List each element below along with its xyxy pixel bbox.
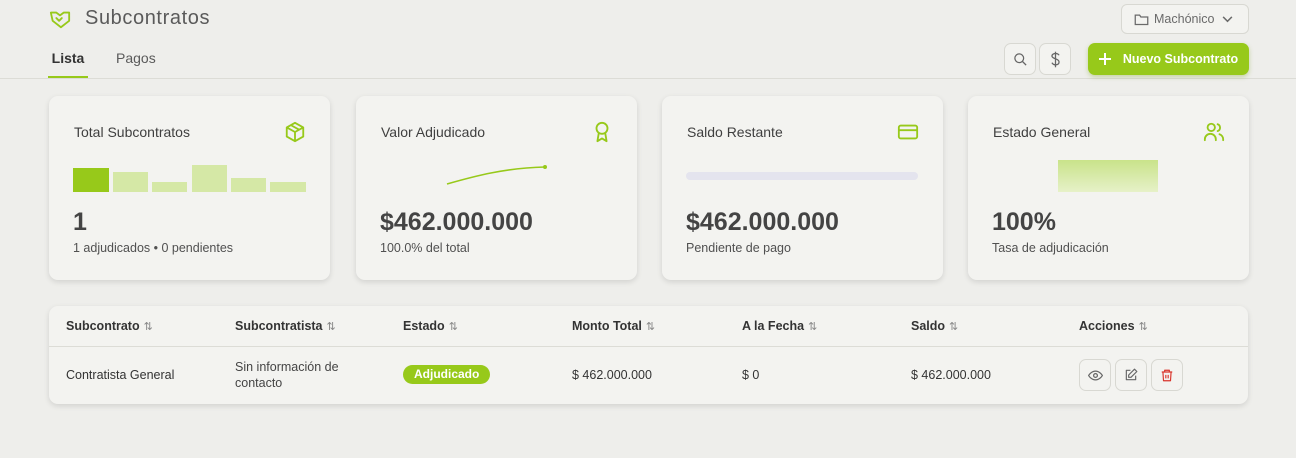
search-icon (1013, 52, 1027, 66)
cell-subcontratista: Sin información de contacto (235, 359, 365, 391)
stat-card-total: Total Subcontratos 1 1 adjudicados • 0 p… (49, 96, 330, 280)
project-selector[interactable]: Machónico (1121, 4, 1249, 34)
mini-bar (113, 172, 148, 192)
card-label: Estado General (993, 124, 1091, 140)
card-subtext: Pendiente de pago (686, 241, 791, 255)
sparkline (446, 165, 547, 185)
tab-lista[interactable]: Lista (48, 50, 88, 78)
column-header-subcontratista[interactable]: Subcontratista ⇅ (235, 319, 336, 333)
sort-icon: ⇅ (143, 321, 153, 333)
card-value: 1 (73, 208, 87, 236)
page-header: Subcontratos Machónico Lista Pagos Nuevo… (0, 0, 1296, 79)
payments-button[interactable] (1039, 43, 1071, 75)
dollar-icon (1050, 51, 1060, 67)
column-header-label: Estado (403, 319, 445, 333)
column-header-label: A la Fecha (742, 319, 805, 333)
card-value: $462.000.000 (686, 208, 839, 236)
sort-icon: ⇅ (808, 321, 818, 333)
card-value: $462.000.000 (380, 208, 533, 236)
project-name: Machónico (1154, 12, 1215, 26)
view-button[interactable] (1079, 359, 1111, 391)
subcontracts-table: Subcontrato ⇅ Subcontratista ⇅ Estado ⇅ Mon… (49, 306, 1248, 404)
sort-icon: ⇅ (326, 321, 336, 333)
column-header-label: Subcontrato (66, 319, 140, 333)
new-subcontract-button[interactable]: Nuevo Subcontrato (1088, 43, 1249, 75)
eye-icon (1087, 369, 1103, 381)
mini-bar (270, 182, 306, 192)
mini-bar (73, 168, 109, 192)
award-icon (595, 121, 609, 143)
credit-card-icon (897, 124, 919, 140)
column-header-label: Subcontratista (235, 319, 323, 333)
column-header-label: Saldo (911, 319, 946, 333)
sort-icon: ⇅ (1138, 321, 1148, 333)
column-header-subcontrato[interactable]: Subcontrato ⇅ (66, 319, 153, 333)
window-edge (1296, 0, 1304, 458)
sort-icon: ⇅ (448, 321, 458, 333)
card-value: 100% (992, 208, 1056, 236)
card-label: Total Subcontratos (74, 124, 190, 140)
adjudication-rate-bar (1058, 160, 1158, 192)
tab-pagos[interactable]: Pagos (116, 50, 156, 78)
sort-icon: ⇅ (645, 321, 656, 333)
column-header-estado[interactable]: Estado ⇅ (403, 319, 458, 333)
sort-icon: ⇅ (949, 321, 959, 333)
chevron-down-icon (1223, 15, 1233, 22)
cell-a-la-fecha: $ 0 (742, 368, 760, 382)
stat-card-valor: Valor Adjudicado $462.000.000 100.0% del… (356, 96, 637, 280)
column-header-label: Acciones (1079, 319, 1135, 333)
page-title: Subcontratos (85, 7, 211, 29)
edit-button[interactable] (1115, 359, 1147, 391)
column-header-a-la-fecha[interactable]: A la Fecha ⇅ (742, 319, 817, 333)
delete-button[interactable] (1151, 359, 1183, 391)
status-badge: Adjudicado (403, 365, 491, 384)
new-subcontract-label: Nuevo Subcontrato (1122, 52, 1239, 66)
column-header-saldo[interactable]: Saldo ⇅ (911, 319, 958, 333)
column-header-acciones[interactable]: Acciones ⇅ (1079, 319, 1148, 333)
search-button[interactable] (1004, 43, 1036, 75)
cell-saldo: $ 462.000.000 (911, 368, 991, 382)
payment-progress (686, 172, 918, 180)
mini-bar (231, 178, 266, 192)
folder-icon (1134, 14, 1149, 25)
card-subtext: 1 adjudicados • 0 pendientes (73, 241, 234, 255)
cell-subcontrato: Contratista General (66, 368, 175, 382)
trash-icon (1161, 369, 1173, 381)
column-header-monto-total[interactable]: Monto Total ⇅ (572, 319, 655, 333)
stat-card-estado: Estado General 100% Tasa de adjudicación (968, 96, 1249, 280)
users-icon (1203, 122, 1225, 142)
mini-bar (192, 165, 227, 192)
card-subtext: Tasa de adjudicación (992, 241, 1109, 255)
contact-line: Sin información de (235, 360, 339, 374)
card-label: Saldo Restante (687, 124, 783, 140)
column-header-label: Monto Total (572, 319, 642, 333)
card-subtext: 100.0% del total (380, 241, 470, 255)
card-label: Valor Adjudicado (381, 124, 486, 140)
box-icon (285, 121, 305, 143)
edit-icon (1125, 368, 1138, 381)
mini-bar (152, 182, 187, 192)
contact-line: contacto (235, 376, 283, 390)
cell-monto-total: $ 462.000.000 (572, 368, 652, 382)
table-header: Subcontrato ⇅ Subcontratista ⇅ Estado ⇅ Mon… (49, 306, 1248, 347)
handshake-icon (49, 11, 71, 29)
plus-icon (1098, 53, 1111, 65)
stat-card-saldo: Saldo Restante $462.000.000 Pendiente de… (662, 96, 943, 280)
